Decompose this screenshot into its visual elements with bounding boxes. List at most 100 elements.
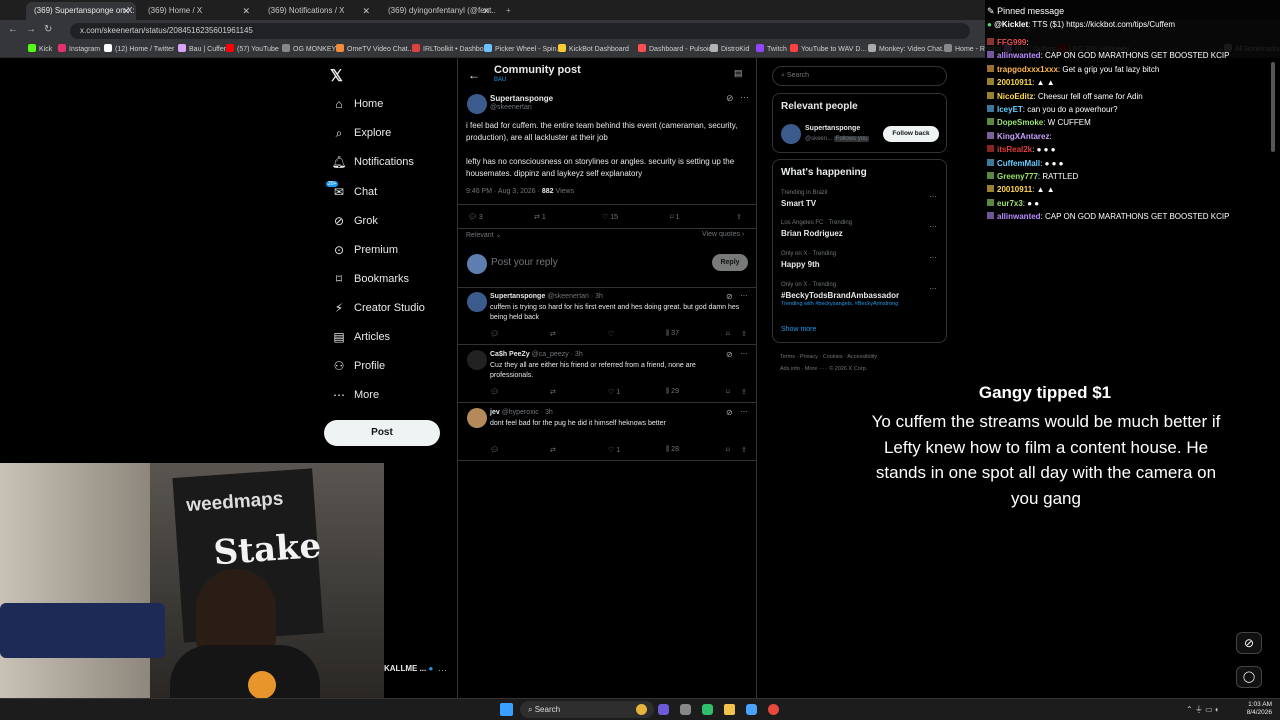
more-icon[interactable]: ···: [929, 253, 937, 262]
nav-item-chat[interactable]: ✉ 20+ Chat: [326, 180, 377, 204]
bookmark-item[interactable]: KickBot Dashboard: [558, 44, 629, 56]
more-icon[interactable]: ···: [740, 349, 748, 358]
taskbar-search[interactable]: ⌕ Search: [520, 701, 654, 718]
bookmark-item[interactable]: Dashboard - Pulsoid: [638, 44, 712, 56]
nav-item-profile[interactable]: ⚇ Profile: [330, 354, 386, 378]
avatar[interactable]: [467, 292, 487, 312]
chat-username[interactable]: 20010911: [997, 185, 1032, 194]
bookmark-item[interactable]: OG MONKEY: [282, 44, 336, 56]
close-icon[interactable]: ✕: [242, 2, 250, 20]
views-count[interactable]: ⫼ 29: [666, 388, 679, 396]
views-count[interactable]: ⫼ 37: [666, 330, 679, 338]
reader-icon[interactable]: ▤: [734, 68, 743, 79]
bookmark-item[interactable]: Kick: [28, 44, 52, 56]
more-icon[interactable]: ···: [740, 407, 748, 416]
bookmark-item[interactable]: (12) Home / Twitter: [104, 44, 174, 56]
reply-button[interactable]: Reply: [712, 254, 748, 271]
more-icon[interactable]: ···: [740, 291, 748, 300]
url-field[interactable]: x.com/skeenertan/status/2084516235601961…: [70, 23, 970, 39]
more-icon[interactable]: ···: [740, 92, 749, 102]
more-icon[interactable]: ···: [438, 665, 447, 675]
back-icon[interactable]: ←: [8, 24, 18, 35]
like-count[interactable]: ♡ 1: [608, 446, 620, 454]
bookmark-item[interactable]: (57) YouTube: [226, 44, 279, 56]
clock[interactable]: 1:03 AM 8/4/2026: [1244, 701, 1272, 717]
x-logo-icon[interactable]: 𝕏: [330, 66, 343, 86]
chat-username[interactable]: itsReal2k: [997, 145, 1032, 154]
bookmark-item[interactable]: YouTube to WAV D...: [790, 44, 866, 56]
nav-item-creator-studio[interactable]: ⚡︎ Creator Studio: [330, 296, 425, 320]
avatar[interactable]: [781, 124, 801, 144]
nav-item-bookmarks[interactable]: ⌑ Bookmarks: [330, 267, 409, 291]
views-count[interactable]: ⫼ 28: [666, 446, 679, 454]
reply-count[interactable]: 💬︎ 3: [468, 213, 483, 221]
more-icon[interactable]: ···: [929, 284, 937, 293]
footer-links[interactable]: Terms · Privacy · Cookies · Accessibilit…: [780, 354, 877, 360]
scrollbar[interactable]: [1271, 62, 1275, 152]
avatar[interactable]: [467, 408, 487, 428]
like-count[interactable]: ♡ 15: [602, 213, 618, 221]
bookmark-item[interactable]: Instagram: [58, 44, 100, 56]
chat-username[interactable]: allinwanted: [997, 51, 1041, 60]
author-handle[interactable]: @skeenertan: [490, 104, 532, 111]
reload-icon[interactable]: ↻: [44, 24, 52, 35]
chat-username[interactable]: DopeSmoke: [997, 118, 1043, 127]
new-tab-icon[interactable]: +: [498, 2, 512, 20]
reply-author[interactable]: jev @hyperoxic · 3h: [490, 409, 553, 416]
grok-icon[interactable]: ⊘: [1236, 632, 1262, 654]
grok-icon[interactable]: ⊘: [726, 93, 734, 104]
repost-count[interactable]: ⇄ 1: [534, 213, 546, 221]
chat-username[interactable]: Greeny777: [997, 172, 1038, 181]
bookmark-count[interactable]: ⌑ 1: [670, 213, 679, 221]
bookmark-icon[interactable]: ⌑: [726, 330, 730, 338]
tab-1[interactable]: (369) Supertansponge on X: "i f ✕: [26, 2, 136, 20]
bookmark-item[interactable]: Twitch: [756, 44, 787, 56]
app-icon[interactable]: [746, 704, 757, 715]
app-icon[interactable]: [680, 704, 691, 715]
reply-icon[interactable]: 💬︎: [490, 446, 499, 454]
bookmark-item[interactable]: Bau | Cuffem: [178, 44, 230, 56]
reply-input[interactable]: Post your reply: [491, 257, 558, 268]
repost-icon[interactable]: ⇄: [550, 446, 556, 454]
nav-item-home[interactable]: ⌂ Home: [330, 92, 383, 116]
nav-item-explore[interactable]: ⌕ Explore: [330, 121, 392, 145]
sort-dropdown[interactable]: Relevant ⌄: [466, 231, 501, 239]
nav-item-articles[interactable]: ▤ Articles: [330, 325, 390, 349]
reply-icon[interactable]: 💬︎: [490, 330, 499, 338]
grok-icon[interactable]: ⊘: [726, 292, 733, 301]
search-input[interactable]: ⌕ Search: [772, 66, 947, 86]
bookmark-icon[interactable]: ⌑: [726, 446, 730, 454]
tab-2[interactable]: (369) Home / X ✕: [140, 2, 256, 20]
chrome-icon[interactable]: [636, 704, 647, 715]
back-arrow-icon[interactable]: ←: [468, 68, 480, 82]
post-button[interactable]: Post: [324, 420, 440, 446]
nav-item-notifications[interactable]: 🔔︎ Notifications: [330, 150, 414, 174]
reply-author[interactable]: Ca$h PeeZy @ca_peezy · 3h: [490, 351, 583, 358]
nav-item-grok[interactable]: ⊘ Grok: [330, 209, 378, 233]
chat-username[interactable]: IceyET: [997, 105, 1023, 114]
chat-username[interactable]: FFG999: [997, 38, 1026, 47]
follow-back-button[interactable]: Follow back: [883, 126, 939, 142]
chat-username[interactable]: KingXAntarez: [997, 132, 1049, 141]
like-count[interactable]: ♡: [608, 330, 614, 338]
more-icon[interactable]: ···: [929, 192, 937, 201]
author-name[interactable]: Supertansponge: [490, 94, 553, 103]
nav-item-more[interactable]: ⋯ More: [330, 383, 379, 407]
show-more-link[interactable]: Show more: [781, 326, 816, 333]
bookmark-item[interactable]: OmeTV Video Chat...: [336, 44, 413, 56]
share-icon[interactable]: ⇪: [741, 388, 747, 396]
repost-icon[interactable]: ⇄: [550, 330, 556, 338]
chat-username[interactable]: eur7x3: [997, 199, 1023, 208]
chat-username[interactable]: trapgodxxx1xxx: [997, 65, 1058, 74]
share-icon[interactable]: ⇪: [741, 446, 747, 454]
view-quotes-link[interactable]: View quotes ›: [702, 231, 744, 238]
message-icon[interactable]: ◯: [1236, 666, 1262, 688]
bookmark-item[interactable]: Monkey: Video Chat...: [868, 44, 948, 56]
nav-item-premium[interactable]: ⊙ Premium: [330, 238, 398, 262]
forward-icon[interactable]: →: [26, 24, 36, 35]
system-tray-icons[interactable]: ⌃ ⏚ ▭ ◐: [1186, 704, 1220, 715]
grok-icon[interactable]: ⊘: [726, 408, 733, 417]
tab-3[interactable]: (369) Notifications / X ✕: [260, 2, 376, 20]
grok-icon[interactable]: ⊘: [726, 350, 733, 359]
chat-username[interactable]: 20010911: [997, 78, 1032, 87]
